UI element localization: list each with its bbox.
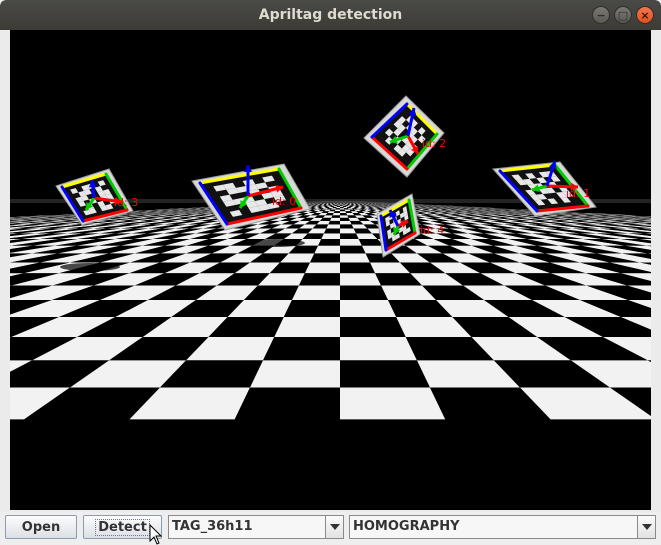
mouse-pointer-icon — [149, 524, 163, 545]
checkerboard-floor — [10, 199, 651, 420]
chevron-down-icon[interactable] — [637, 516, 655, 538]
title-bar[interactable]: Apriltag detection − □ × — [0, 0, 661, 30]
open-button-label: Open — [21, 519, 61, 535]
detect-button-label: Detect — [95, 518, 150, 536]
open-button[interactable]: Open — [5, 515, 77, 539]
detection-image-view: id: 3 id: 0 id: 2 id: 1 id: 4 — [10, 30, 651, 510]
tag-id-label: id: 0 — [272, 195, 296, 208]
maximize-button[interactable]: □ — [614, 6, 632, 24]
window-controls: − □ × — [592, 6, 654, 24]
tag-id-label: id: 4 — [420, 224, 444, 237]
pose-method-select[interactable]: HOMOGRAPHY — [349, 515, 656, 539]
bottom-toolbar: Open Detect TAG_36h11 HOMOGRAPHY — [0, 512, 661, 545]
window-title: Apriltag detection — [258, 7, 403, 23]
tag-family-select[interactable]: TAG_36h11 — [168, 515, 344, 539]
tag-family-value: TAG_36h11 — [172, 519, 253, 534]
close-button[interactable]: × — [636, 6, 654, 24]
minimize-button[interactable]: − — [592, 6, 610, 24]
tag-id-label: id: 1 — [566, 187, 590, 200]
tag-id-label: id: 2 — [422, 137, 446, 150]
tag-id-label: id: 3 — [114, 196, 138, 209]
detection-scene: id: 3 id: 0 id: 2 id: 1 id: 4 — [10, 30, 651, 510]
pose-method-value: HOMOGRAPHY — [353, 519, 460, 534]
application-window: Apriltag detection − □ × id: 3 id: 0 id: 2… — [0, 0, 661, 545]
chevron-down-icon[interactable] — [325, 516, 343, 538]
